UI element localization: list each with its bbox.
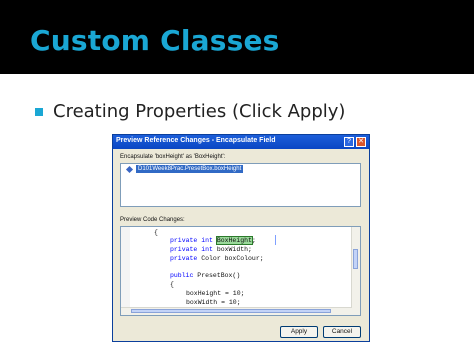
- code-text: PresetBox(): [193, 272, 241, 279]
- code-keyword: private int: [170, 237, 213, 244]
- code-text: Color boxColour;: [197, 255, 264, 262]
- cancel-button[interactable]: Cancel: [323, 326, 361, 338]
- bullet-text: Creating Properties (Click Apply): [53, 101, 346, 122]
- reference-tree[interactable]: D101Week8Prac.PresetBox.boxHeight: [120, 163, 361, 207]
- code-line: private Color boxColour;: [170, 255, 264, 262]
- close-button[interactable]: ✕: [356, 137, 366, 147]
- preview-code-label: Preview Code Changes:: [120, 217, 185, 223]
- code-gutter: [121, 227, 130, 315]
- encapsulate-label: Encapsulate 'boxHeight' as 'BoxHeight':: [120, 154, 226, 160]
- code-text: ;: [251, 237, 256, 244]
- code-keyword: private: [170, 255, 198, 262]
- code-line: public PresetBox(): [170, 272, 240, 279]
- slide-title-bar: Custom Classes: [0, 0, 474, 74]
- vertical-scroll-thumb[interactable]: [353, 249, 358, 269]
- change-marker: [275, 235, 276, 245]
- code-keyword: public: [170, 272, 194, 279]
- code-line: private int boxWidth;: [170, 246, 252, 253]
- horizontal-scroll-thumb[interactable]: [131, 309, 331, 313]
- code-preview[interactable]: { private int BoxHeight; private int box…: [120, 226, 361, 316]
- highlighted-identifier: BoxHeight: [215, 236, 253, 245]
- code-line: boxWidth = 10;: [186, 299, 241, 306]
- encapsulate-field-dialog: Preview Reference Changes - Encapsulate …: [112, 134, 370, 342]
- help-button[interactable]: ?: [344, 137, 354, 147]
- tree-item-selected[interactable]: D101Week8Prac.PresetBox.boxHeight: [136, 165, 244, 173]
- horizontal-scrollbar[interactable]: [121, 307, 352, 315]
- code-line: boxHeight = 10;: [186, 290, 245, 297]
- field-icon: [125, 165, 134, 174]
- bullet-item: Creating Properties (Click Apply): [35, 101, 345, 122]
- code-line: {: [170, 281, 174, 288]
- apply-button[interactable]: Apply: [280, 326, 318, 338]
- code-line: private int BoxHeight;: [170, 236, 256, 245]
- slide-title: Custom Classes: [30, 24, 280, 57]
- code-text: boxWidth;: [212, 246, 252, 253]
- dialog-titlebar[interactable]: Preview Reference Changes - Encapsulate …: [113, 135, 369, 149]
- vertical-scrollbar[interactable]: [351, 227, 360, 315]
- bullet-square-icon: [35, 107, 43, 116]
- code-line: {: [154, 229, 158, 236]
- code-keyword: private int: [170, 246, 213, 253]
- dialog-title: Preview Reference Changes - Encapsulate …: [116, 137, 276, 144]
